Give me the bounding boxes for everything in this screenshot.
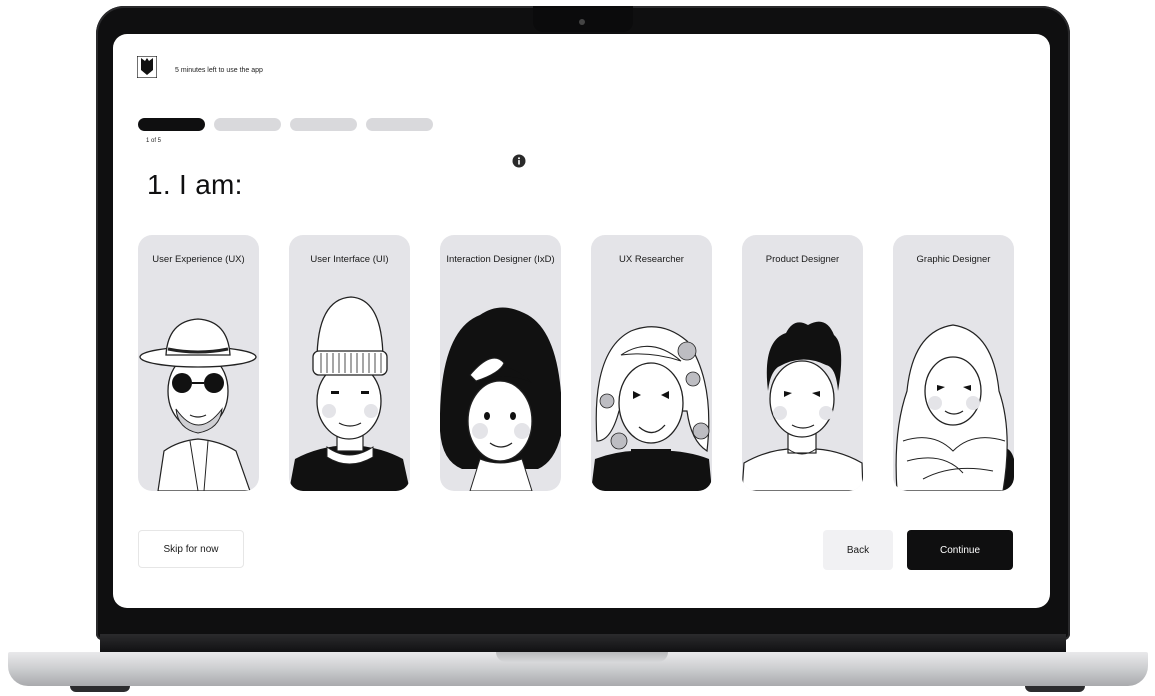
avatar-illustration bbox=[742, 321, 863, 491]
role-card-ux-researcher[interactable]: UX Researcher bbox=[591, 235, 712, 491]
role-card-label: User Experience (UX) bbox=[152, 254, 245, 265]
role-card-ux[interactable]: User Experience (UX) bbox=[138, 235, 259, 491]
laptop-hinge bbox=[100, 634, 1066, 652]
role-card-product-designer[interactable]: Product Designer bbox=[742, 235, 863, 491]
step-counter: 1 of 5 bbox=[146, 138, 162, 144]
role-card-label: Graphic Designer bbox=[916, 254, 991, 265]
continue-button[interactable]: Continue bbox=[907, 530, 1013, 570]
time-remaining-text: 5 minutes left to use the app bbox=[175, 67, 263, 74]
avatar-illustration bbox=[591, 326, 712, 491]
avatar-illustration bbox=[895, 324, 1014, 491]
skip-button[interactable]: Skip for now bbox=[138, 530, 244, 568]
progress-segment bbox=[138, 118, 205, 131]
laptop-foot-right bbox=[1025, 686, 1085, 692]
progress-segment bbox=[214, 118, 281, 131]
progress-segment bbox=[290, 118, 357, 131]
role-card-label: UX Researcher bbox=[619, 254, 684, 265]
info-icon[interactable] bbox=[512, 154, 526, 168]
progress-segment bbox=[366, 118, 433, 131]
role-card-label: Interaction Designer (IxD) bbox=[446, 254, 555, 265]
laptop-base-notch bbox=[496, 652, 668, 662]
role-card-label: User Interface (UI) bbox=[310, 254, 389, 265]
avatar-illustration bbox=[139, 318, 257, 491]
avatar-illustration bbox=[440, 307, 561, 491]
role-card-ixd[interactable]: Interaction Designer (IxD) bbox=[440, 235, 561, 491]
back-button[interactable]: Back bbox=[823, 530, 893, 570]
role-card-label: Product Designer bbox=[765, 254, 840, 265]
app-screen: 5 minutes left to use the app 1 of 5 1. … bbox=[113, 34, 1050, 608]
camera-dot bbox=[579, 19, 585, 25]
app-logo-icon bbox=[137, 56, 157, 78]
role-card-ui[interactable]: User Interface (UI) bbox=[289, 235, 410, 491]
question-title: 1. I am: bbox=[147, 169, 243, 200]
laptop-foot-left bbox=[70, 686, 130, 692]
role-card-graphic-designer[interactable]: Graphic Designer bbox=[893, 235, 1014, 491]
avatar-illustration bbox=[289, 296, 410, 491]
